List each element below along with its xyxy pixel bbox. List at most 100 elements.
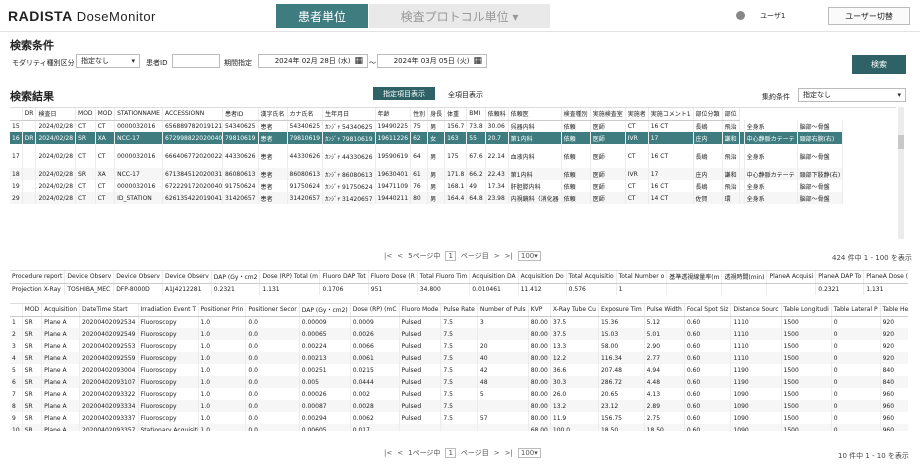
column-header[interactable]: DateTime Start xyxy=(79,304,139,317)
column-header[interactable]: 患者ID xyxy=(222,108,259,121)
column-header[interactable]: Procedure report xyxy=(10,271,66,284)
column-header[interactable]: Table Height P xyxy=(880,304,908,317)
column-header[interactable]: 実施検査室 xyxy=(590,108,626,121)
column-header[interactable]: 漢字氏名 xyxy=(258,108,288,121)
column-header[interactable]: 部位分類 xyxy=(693,108,723,121)
column-header[interactable]: Irradiation Event T xyxy=(138,304,199,317)
per-page-select[interactable]: 100 ▾ xyxy=(517,251,541,261)
table-row[interactable]: 7 SR Plane A 20200402093322 Fluoroscopy 1.0 0.… xyxy=(10,388,908,400)
column-header[interactable]: 部位 xyxy=(722,108,740,121)
aggregate-select[interactable]: 指定なし xyxy=(798,88,906,102)
column-header[interactable] xyxy=(10,304,23,317)
table-row[interactable]: 29 2024/02/28 CT CT ID_STATION 62613542201904… xyxy=(10,192,844,204)
column-header[interactable]: DAP (Gy・cm2) xyxy=(299,304,351,317)
column-header[interactable]: MOD xyxy=(95,108,116,121)
column-header[interactable]: 身長 xyxy=(427,108,446,121)
first-page-icon[interactable]: |< xyxy=(384,449,392,457)
table-row[interactable]: 8 SR Plane A 20200402093334 Fluoroscopy 1.0 0.… xyxy=(10,400,908,412)
last-page-icon[interactable]: >| xyxy=(505,449,513,457)
column-header[interactable]: 検査種別 xyxy=(561,108,591,121)
column-header[interactable]: Fluoro Mode xyxy=(399,304,442,317)
study-grid-scrollbar[interactable] xyxy=(898,107,904,239)
column-header[interactable]: Acquisition DA xyxy=(469,271,519,284)
table-row[interactable]: Projection X-Ray TOSHIBA_MEC DFP-8000D A1J4… xyxy=(10,283,908,295)
tab-patient-unit[interactable]: 患者単位 xyxy=(276,4,368,28)
column-header[interactable]: Total Fluoro Tim xyxy=(417,271,471,284)
next-page-icon[interactable]: > xyxy=(494,252,500,260)
column-header[interactable]: DR xyxy=(22,108,37,121)
column-header[interactable]: Acquisition xyxy=(41,304,81,317)
column-header[interactable]: Acquisition Do xyxy=(518,271,567,284)
column-header[interactable]: Focal Spot Siz xyxy=(684,304,732,317)
date-from-input[interactable]: 2024年 02月 28日 (水) ▦ xyxy=(258,54,368,68)
column-header[interactable]: 実施者 xyxy=(625,108,649,121)
table-row[interactable]: 15 2024/02/28 CT CT 0000032016 65688978201912… xyxy=(10,120,844,132)
column-header[interactable]: DAP (Gy・cm2 xyxy=(211,271,261,284)
table-row[interactable]: 2 SR Plane A 20200402092549 Fluoroscopy 1.0 0.… xyxy=(10,328,908,340)
column-header[interactable]: Exposure Tim xyxy=(598,304,645,317)
prev-page-icon[interactable]: < xyxy=(397,449,403,457)
column-header[interactable]: Device Observ xyxy=(162,271,212,284)
column-header[interactable]: 検査日 xyxy=(35,108,77,121)
last-page-icon[interactable]: >| xyxy=(505,252,513,260)
column-header[interactable]: Dose (RP) Total (m xyxy=(259,271,321,284)
table-row[interactable]: 18 2024/02/28 SR XA NCC-17 671384512020031 860… xyxy=(10,168,844,180)
column-header[interactable]: 年齢 xyxy=(375,108,412,121)
column-header[interactable]: Positioner Secor xyxy=(245,304,300,317)
table-row[interactable]: 6 SR Plane A 20200402093107 Fluoroscopy 1.0 0.… xyxy=(10,376,908,388)
column-header[interactable]: Pulse Rate xyxy=(440,304,478,317)
modality-select[interactable]: 指定なし xyxy=(76,54,140,68)
per-page-select[interactable]: 100 ▾ xyxy=(517,448,541,458)
column-header[interactable]: 実施コメント1 xyxy=(648,108,694,121)
column-header[interactable]: 依頼医 xyxy=(508,108,562,121)
search-button[interactable]: 検索 xyxy=(852,55,906,74)
column-header[interactable]: PlaneA DAP To xyxy=(815,271,865,284)
column-header[interactable]: Device Observ xyxy=(113,271,163,284)
column-header[interactable]: BMI xyxy=(466,108,486,121)
page-number-input[interactable]: 1 xyxy=(445,251,456,261)
table-row[interactable]: 10 SR Plane A 20200402093357 Stationary Acqu… xyxy=(10,424,908,431)
patient-id-input[interactable] xyxy=(172,54,220,68)
table-row[interactable]: 9 SR Plane A 20200402093337 Fluoroscopy 1.0 0.… xyxy=(10,412,908,424)
column-header[interactable]: Distance Sourc xyxy=(730,304,782,317)
column-header[interactable] xyxy=(10,108,23,121)
table-row[interactable]: 4 SR Plane A 20200402092559 Fluoroscopy 1.0 0.… xyxy=(10,352,908,364)
column-header[interactable]: STATIONNAME xyxy=(114,108,163,121)
show-selected-columns-button[interactable]: 指定項目表示 xyxy=(373,87,435,100)
column-header[interactable]: Positioner Prin xyxy=(198,304,247,317)
column-header[interactable]: Device Observ xyxy=(64,271,115,284)
table-row[interactable]: 16 DR 2024/02/28 SR XA NCC-17 672998822020040 7… xyxy=(10,132,844,144)
column-header[interactable]: Table Lateral P xyxy=(831,304,881,317)
column-header[interactable]: Total Acquisitio xyxy=(566,271,617,284)
page-number-input[interactable]: 1 xyxy=(445,448,456,458)
column-header[interactable]: 基準透視線量率(m xyxy=(666,271,723,284)
column-header[interactable]: カナ氏名 xyxy=(287,108,324,121)
table-row[interactable]: 17 2024/02/28 CT CT 0000032016 66640677202002… xyxy=(10,144,844,168)
switch-user-button[interactable]: ユーザー切替 xyxy=(828,7,910,25)
column-header[interactable]: ACCESSIONN xyxy=(162,108,223,121)
column-header[interactable]: 性別 xyxy=(410,108,429,121)
next-page-icon[interactable]: > xyxy=(494,449,500,457)
column-header[interactable]: PlaneA Acquisi xyxy=(766,271,817,284)
calendar-icon[interactable]: ▦ xyxy=(473,56,482,66)
column-header[interactable]: Pulse Width xyxy=(644,304,685,317)
column-header[interactable]: Table Longitudi xyxy=(781,304,832,317)
tab-protocol-unit[interactable]: 検査プロトコル単位 ▾ xyxy=(369,4,550,28)
column-header[interactable]: 体重 xyxy=(444,108,468,121)
date-to-input[interactable]: 2024年 03月 05日 (火) ▦ xyxy=(377,54,487,68)
column-header[interactable]: MOD xyxy=(75,108,96,121)
column-header[interactable]: Number of Puls xyxy=(477,304,529,317)
table-row[interactable]: 3 SR Plane A 20200402092553 Fluoroscopy 1.0 0.… xyxy=(10,340,908,352)
table-row[interactable]: 19 2024/02/28 CT CT 0000032016 67222917202004… xyxy=(10,180,844,192)
calendar-icon[interactable]: ▦ xyxy=(354,56,363,66)
column-header[interactable]: 透視時間(min) xyxy=(721,271,768,284)
column-header[interactable]: 生年月日 xyxy=(322,108,376,121)
table-row[interactable]: 1 SR Plane A 20200402092534 Fluoroscopy 1.0 0.… xyxy=(10,316,908,328)
column-header[interactable]: Dose (RP) (mC xyxy=(350,304,400,317)
column-header[interactable]: MOD xyxy=(22,304,43,317)
first-page-icon[interactable]: |< xyxy=(384,252,392,260)
column-header[interactable]: Fluoro Dose (R xyxy=(368,271,418,284)
column-header[interactable]: X-Ray Tube Cu xyxy=(550,304,599,317)
column-header[interactable]: Total Number o xyxy=(616,271,668,284)
column-header[interactable]: PlaneA Dose (R xyxy=(863,271,908,284)
